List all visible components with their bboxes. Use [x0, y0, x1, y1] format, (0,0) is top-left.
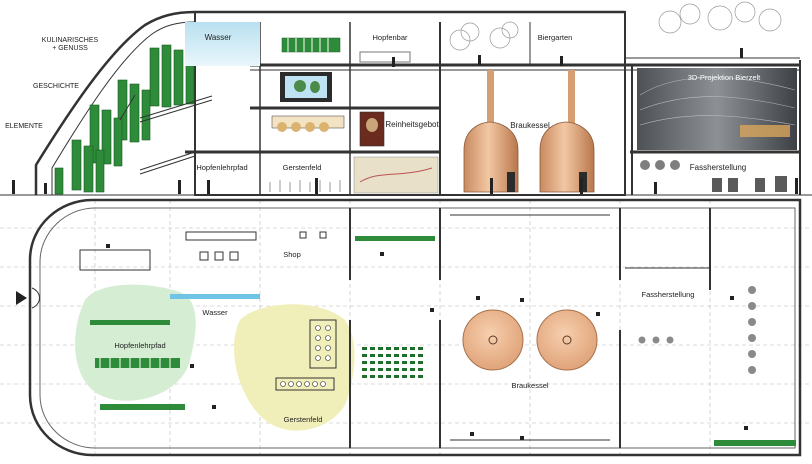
- brew-kettle-label: Braukessel: [510, 121, 550, 130]
- barrel-making-plan-label: Fassherstellung: [642, 290, 695, 299]
- barley-field-plan-label: Gerstenfeld: [284, 415, 323, 424]
- projection-label: 3D-Projektion Bierzelt: [688, 73, 761, 82]
- hop-bar-room: Hopfenbar: [281, 33, 411, 63]
- hop-vines: [54, 44, 195, 195]
- water-basin: [170, 294, 260, 299]
- elements-label: ELEMENTE: [5, 123, 43, 130]
- beer-garden-label: Biergarten: [538, 33, 573, 42]
- hop-trail-section-label: Hopfenlehrpfad: [196, 163, 247, 172]
- barley-stalks: [269, 180, 341, 192]
- plan-people: [106, 244, 748, 440]
- bench-bottom: [714, 440, 796, 446]
- water-room: [185, 22, 260, 66]
- shop-label: Shop: [283, 250, 301, 259]
- floor-plan: Hopfenlehrpfad Gerstenfeld Wasser Shop B…: [0, 198, 812, 459]
- brew-kettle-plan-label: Braukessel: [511, 381, 548, 390]
- barrels-plan: [638, 286, 756, 374]
- purity-law-label: Reinheitsgebot: [385, 120, 439, 129]
- drawing-canvas: Wasser Hopfenbar Biergarten Reinheitsgeb…: [0, 1, 812, 459]
- garden-trees: [449, 1, 782, 51]
- water-label: Wasser: [205, 33, 232, 42]
- water-plan-label: Wasser: [202, 308, 228, 317]
- hop-trail-plan-label: Hopfenlehrpfad: [114, 341, 165, 350]
- bench-top: [355, 236, 435, 241]
- barley-field-section-label: Gerstenfeld: [283, 163, 322, 172]
- map-field: [353, 156, 439, 194]
- brew-kettles: [463, 70, 595, 193]
- section-drawing: Wasser Hopfenbar Biergarten Reinheitsgeb…: [0, 1, 812, 196]
- malt-tanks: [271, 115, 345, 132]
- hop-bar-label: Hopfenbar: [372, 33, 408, 42]
- culinary-label-2: + GENUSS: [52, 45, 88, 52]
- brewery-drawing: Wasser Hopfenbar Biergarten Reinheitsgeb…: [0, 0, 812, 459]
- entrance-arrow-icon: [16, 291, 27, 305]
- history-label: GESCHICHTE: [33, 83, 79, 90]
- culinary-label-1: KULINARISCHES: [42, 37, 99, 44]
- barrel-making-label: Fassherstellung: [690, 163, 746, 172]
- cinema-seats: [362, 347, 423, 378]
